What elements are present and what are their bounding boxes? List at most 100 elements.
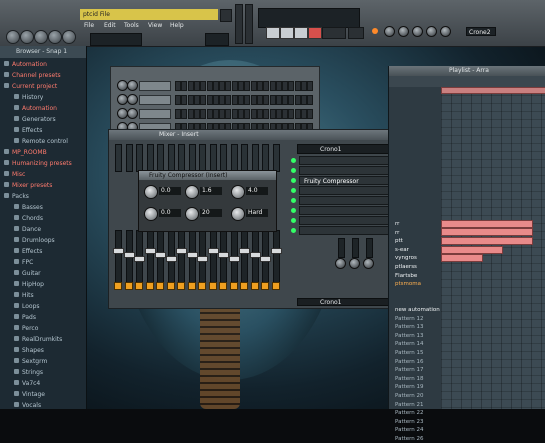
browser-item[interactable]: Shapes [14,346,44,355]
step-button[interactable] [193,81,200,91]
fx-slot-empty[interactable] [299,186,391,195]
playlist-track-name[interactable]: ptlaerss [395,263,417,271]
browser-item[interactable]: Sextgrm [14,357,47,366]
step-button[interactable] [256,81,263,91]
browser-item[interactable]: Current project [4,82,57,91]
browser-item[interactable]: HipHop [14,280,44,289]
play-button[interactable] [266,27,280,39]
threshold-knob[interactable] [144,185,158,199]
mixer-fader-handle[interactable] [165,256,177,262]
mixer-route-led[interactable] [166,282,175,290]
hint-close-button[interactable] [220,9,232,22]
mixer-fader-track[interactable] [251,230,259,287]
step-button[interactable] [231,95,238,105]
mixer-route-led[interactable] [114,282,122,290]
browser-item[interactable]: Generators [14,115,56,124]
step-button[interactable] [301,81,307,91]
mixer-fader-handle[interactable] [218,252,229,258]
step-button[interactable] [181,109,188,119]
playlist-track-name[interactable]: Pattern 21 [395,401,424,409]
fx-slot-empty[interactable] [299,216,391,225]
step-button[interactable] [181,95,188,105]
mixer-fader-track[interactable] [125,230,133,287]
mixer-fader-handle[interactable] [155,252,166,258]
stop-button[interactable] [294,27,308,39]
pattern-clip[interactable] [441,246,503,254]
mixer-fader-handle[interactable] [144,248,156,254]
step-button[interactable] [219,95,226,105]
pause-button[interactable] [280,27,294,39]
pattern-clip[interactable] [441,228,533,236]
tool-knob-4[interactable] [426,26,437,37]
playlist-track-name[interactable]: Pattern 18 [395,375,424,383]
browser-item[interactable]: Automation [4,60,47,69]
mixer-route-led[interactable] [187,282,196,290]
mixer-route-led[interactable] [124,282,133,290]
browser-item[interactable]: Guitar [14,269,41,278]
browser-item[interactable]: Dance [14,225,41,234]
attack-knob[interactable] [144,207,158,221]
playlist-track-name[interactable]: Pattern 13 [395,323,424,331]
browser-item[interactable]: FPC [14,258,33,267]
browser-item[interactable]: Va7c4 [14,379,40,388]
mixer-route-led[interactable] [250,282,259,290]
mixer-eq-slider[interactable] [352,238,359,258]
step-button[interactable] [250,109,257,119]
tool-knob-1[interactable] [384,26,395,37]
browser-item[interactable]: Channel presets [4,71,61,80]
step-button[interactable] [288,95,295,105]
step-button[interactable] [275,109,282,119]
step-button[interactable] [256,95,263,105]
playlist-track-name[interactable]: Pattern 23 [395,418,424,426]
step-button[interactable] [275,81,282,91]
playlist-track-name[interactable]: Pattern 16 [395,358,424,366]
channel-volume-knob[interactable] [127,80,138,91]
browser-item[interactable]: Hits [14,291,34,300]
step-button[interactable] [200,95,207,105]
fx-slot-enable-led[interactable] [291,178,296,183]
browser-item[interactable]: MP_ROOMB [4,148,47,157]
step-button[interactable] [181,81,188,91]
pattern-clip[interactable] [441,237,533,245]
step-button[interactable] [225,81,232,91]
step-button[interactable] [250,81,257,91]
tempo-display[interactable] [322,27,346,39]
step-button[interactable] [307,81,314,91]
mixer-fader-handle[interactable] [186,252,198,258]
step-button[interactable] [212,95,219,105]
playlist-track-name[interactable]: vyngros [395,254,417,262]
step-button[interactable] [206,81,213,91]
step-button[interactable] [238,81,244,91]
browser-item[interactable]: Pads [14,313,36,322]
step-button[interactable] [238,95,244,105]
playlist-track-name[interactable]: Pattern 15 [395,349,424,357]
mixer-eq-slider[interactable] [338,238,345,258]
master-pitch-slider[interactable] [245,4,253,44]
browser-item[interactable]: RealDrumkits [14,335,62,344]
step-button[interactable] [193,95,200,105]
browser-item[interactable]: Effects [14,247,42,256]
browser-item[interactable]: Automation [14,104,57,113]
mixer-fader-track[interactable] [115,230,122,287]
playlist-track-name[interactable]: ptt [395,237,403,245]
channel-button[interactable] [139,109,171,119]
menu-view[interactable]: View [148,22,162,29]
step-button[interactable] [175,95,181,105]
mixer-route-led[interactable] [145,282,154,290]
step-button[interactable] [187,81,194,91]
playlist-track-name[interactable]: Pattern 17 [395,366,424,374]
step-button[interactable] [206,109,213,119]
release-knob[interactable] [185,207,199,221]
step-button[interactable] [307,109,314,119]
step-button[interactable] [294,95,301,105]
mixer-output-field[interactable]: Crono1 [297,298,393,306]
browser-item[interactable]: Vintage [14,390,45,399]
browser-item[interactable]: Humanizing presets [4,159,72,168]
mixer-fader-track[interactable] [272,230,280,287]
step-button[interactable] [269,81,276,91]
browser-item[interactable]: Loops [14,302,40,311]
mixer-route-led[interactable] [156,282,164,290]
menu-help[interactable]: Help [170,22,184,29]
channel-button[interactable] [139,95,171,105]
step-button[interactable] [219,81,226,91]
